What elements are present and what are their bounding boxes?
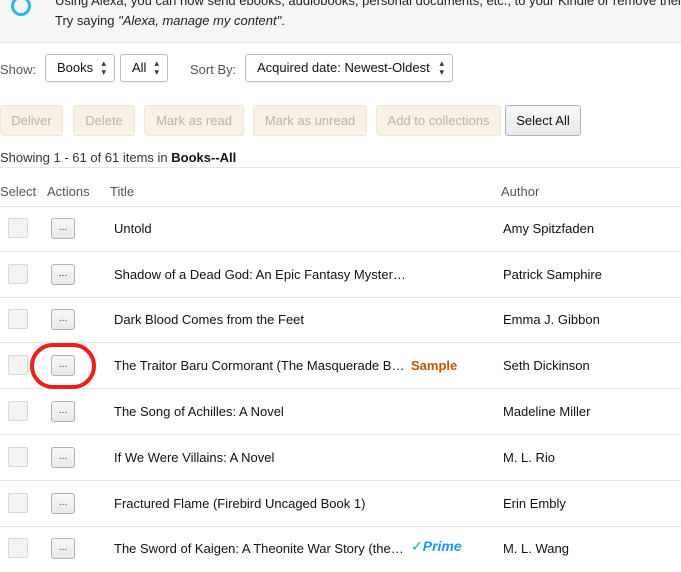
prime-badge: ✓Prime bbox=[411, 538, 462, 554]
row-author: Amy Spitzfaden bbox=[503, 221, 595, 236]
scope-value: All bbox=[132, 60, 147, 75]
row-actions-button[interactable]: ... bbox=[51, 264, 75, 285]
updown-caret-icon: ▴ ▾ bbox=[101, 58, 106, 77]
row-actions-button[interactable]: ... bbox=[51, 309, 75, 330]
show-label: Show: bbox=[0, 62, 37, 77]
alexa-banner: Using Alexa, you can now send ebooks, au… bbox=[0, 0, 681, 43]
row-author: Emma J. Gibbon bbox=[503, 312, 600, 327]
column-header-actions: Actions bbox=[47, 184, 90, 199]
row-title[interactable]: Dark Blood Comes from the Feet bbox=[114, 312, 304, 327]
row-checkbox[interactable] bbox=[8, 309, 28, 329]
results-category: Books--All bbox=[171, 150, 237, 165]
row-actions-button[interactable]: ... bbox=[51, 447, 75, 468]
sort-select[interactable]: Acquired date: Newest-Oldest ▴ ▾ bbox=[245, 54, 453, 82]
row-title[interactable]: The Traitor Baru Cormorant (The Masquera… bbox=[114, 358, 404, 373]
delete-button[interactable]: Delete bbox=[73, 105, 135, 136]
row-title[interactable]: Shadow of a Dead God: An Epic Fantasy My… bbox=[114, 267, 406, 282]
banner-hint-suffix: . bbox=[281, 13, 285, 28]
row-checkbox[interactable] bbox=[8, 447, 28, 467]
row-author: Seth Dickinson bbox=[503, 358, 590, 373]
table-row: ... Dark Blood Comes from the Feet Emma … bbox=[0, 297, 681, 343]
row-checkbox[interactable] bbox=[8, 355, 28, 375]
banner-hint: Try saying "Alexa, manage my content". bbox=[55, 13, 285, 28]
row-author: Erin Embly bbox=[503, 496, 566, 511]
row-checkbox[interactable] bbox=[8, 538, 28, 558]
row-author: M. L. Wang bbox=[503, 541, 569, 556]
mark-as-read-button[interactable]: Mark as read bbox=[144, 105, 244, 136]
highlight-ring bbox=[30, 343, 96, 389]
banner-hint-prefix: Try saying bbox=[55, 13, 119, 28]
row-checkbox[interactable] bbox=[8, 493, 28, 513]
table-row: ... The Song of Achilles: A Novel Madeli… bbox=[0, 389, 681, 435]
deliver-button[interactable]: Deliver bbox=[0, 105, 63, 136]
row-author: M. L. Rio bbox=[503, 450, 556, 465]
row-title[interactable]: Untold bbox=[114, 221, 152, 236]
table-row: ... Shadow of a Dead God: An Epic Fantas… bbox=[0, 252, 681, 298]
column-header-select: Select bbox=[0, 184, 37, 199]
updown-caret-icon: ▴ ▾ bbox=[154, 58, 159, 77]
banner-text: Using Alexa, you can now send ebooks, au… bbox=[55, 0, 681, 8]
scope-select[interactable]: All ▴ ▾ bbox=[120, 54, 168, 82]
row-title[interactable]: The Sword of Kaigen: A Theonite War Stor… bbox=[114, 541, 404, 556]
row-title[interactable]: The Song of Achilles: A Novel bbox=[114, 404, 284, 419]
column-header-author[interactable]: Author bbox=[501, 184, 539, 199]
table-row: ... If We Were Villains: A Novel M. L. R… bbox=[0, 435, 681, 481]
banner-hint-quote: "Alexa, manage my content" bbox=[118, 13, 282, 28]
sort-value: Acquired date: Newest-Oldest bbox=[257, 60, 430, 75]
row-author: Madeline Miller bbox=[503, 404, 591, 419]
select-all-button[interactable]: Select All bbox=[505, 105, 581, 136]
table-row: ... The Traitor Baru Cormorant (The Masq… bbox=[0, 343, 681, 389]
row-checkbox[interactable] bbox=[8, 218, 28, 238]
alexa-icon bbox=[11, 0, 31, 16]
row-actions-button[interactable]: ... bbox=[51, 218, 75, 239]
column-header-title[interactable]: Title bbox=[110, 184, 134, 199]
results-summary-prefix: Showing 1 - 61 of 61 items in bbox=[0, 150, 172, 165]
row-checkbox[interactable] bbox=[8, 264, 28, 284]
row-title[interactable]: If We Were Villains: A Novel bbox=[114, 450, 274, 465]
table-row: ... Fractured Flame (Firebird Uncaged Bo… bbox=[0, 481, 681, 527]
add-to-collections-button[interactable]: Add to collections bbox=[376, 105, 501, 136]
results-summary: Showing 1 - 61 of 61 items in Books--All bbox=[0, 150, 236, 165]
row-actions-button[interactable]: ... bbox=[51, 493, 75, 514]
content-type-select[interactable]: Books ▴ ▾ bbox=[45, 54, 115, 82]
updown-caret-icon: ▴ ▾ bbox=[439, 58, 444, 77]
content-type-value: Books bbox=[57, 60, 94, 75]
table-row: ... The Sword of Kaigen: A Theonite War … bbox=[0, 526, 681, 572]
mark-as-unread-button[interactable]: Mark as unread bbox=[253, 105, 367, 136]
table-row: ... Untold Amy Spitzfaden bbox=[0, 206, 681, 252]
row-checkbox[interactable] bbox=[8, 401, 28, 421]
row-title[interactable]: Fractured Flame (Firebird Uncaged Book 1… bbox=[114, 496, 365, 511]
divider bbox=[0, 167, 681, 168]
sort-label: Sort By: bbox=[190, 62, 237, 77]
row-actions-button[interactable]: ... bbox=[51, 401, 75, 422]
sample-badge: Sample bbox=[411, 358, 458, 373]
row-author: Patrick Samphire bbox=[503, 267, 602, 282]
